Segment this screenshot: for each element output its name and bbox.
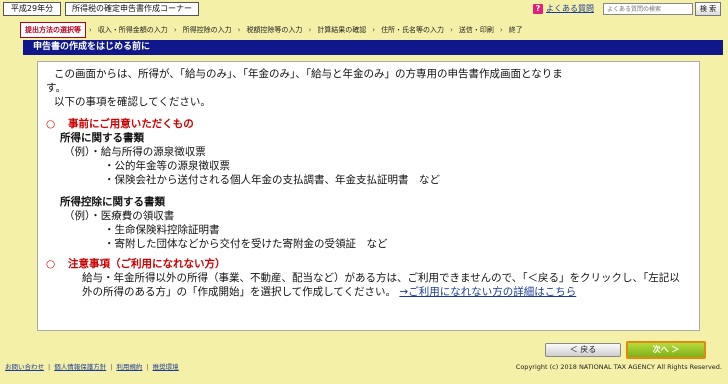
circle-icon: ○ [46,258,56,270]
list-item: （例）・医療費の領収書 [64,210,175,222]
intro-instruction: 以下の事項を確認してください。 [54,96,211,108]
intro-text-cont: す。 [46,82,66,94]
step-separator: › [499,26,503,34]
list-item: ・公的年金等の源泉徴収票 [104,160,230,172]
section-notes-heading: ○ 注意事項（ご利用になれない方） [46,257,689,271]
section-notes-title: 注意事項（ご利用になれない方） [68,258,226,270]
copyright: Copyright (c) 2018 NATIONAL TAX AGENCY A… [515,363,722,371]
deduction-docs-heading: 所得控除に関する書類 [60,196,165,208]
year-label: 平成29年分 [3,2,61,16]
step-finish: 終了 [508,26,523,34]
unavailable-details-link[interactable]: →ご利用になれない方の詳細はこちら [399,286,576,298]
footer-link-terms[interactable]: 利用規約 [116,362,142,372]
faq-label: よくある質問 [546,4,594,13]
step-deductions: 所得控除の入力 [182,26,232,34]
step-send-print: 送信・印刷 [458,26,494,34]
footer-link-contact[interactable]: お問い合わせ [5,362,44,372]
step-separator: › [173,26,177,34]
footer-links: お問い合わせ | 個人情報保護方針 | 利用規約 | 推奨環境 [5,362,179,372]
back-button[interactable]: ＜ 戻る [545,343,621,357]
notes-body: 給与・年金所得以外の所得（事業、不動産、配当など）がある方は、ご利用できませんの… [82,272,680,298]
footer-divider: | [146,363,149,371]
step-separator: › [89,26,92,34]
step-separator: › [450,26,453,34]
footer-link-privacy[interactable]: 個人情報保護方針 [54,362,106,372]
intro-text: この画面からは、所得が、「給与のみ」、「年金のみ」、「給与と年金のみ」の方専用の… [54,68,563,80]
footer: お問い合わせ | 個人情報保護方針 | 利用規約 | 推奨環境 Copyrigh… [0,362,728,372]
header: 平成29年分 所得税の確定申告書作成コーナー ? よくある質問 検 索 [0,0,728,18]
list-item: ・保険会社から送付される個人年金の支払調書、年金支払証明書 など [104,174,440,186]
footer-link-environment[interactable]: 推奨環境 [153,362,179,372]
page-title: 申告書の作成をはじめる前に [23,40,723,55]
main-panel: この画面からは、所得が、「給与のみ」、「年金のみ」、「給与と年金のみ」の方専用の… [37,61,700,331]
step-income: 収入・所得金額の入力 [97,26,168,34]
step-confirm-result: 計算結果の確認 [317,26,367,34]
section-prepare-heading: ○ 事前にご用意いただくもの [46,117,689,131]
income-docs-heading: 所得に関する書類 [60,132,144,144]
faq-search-input[interactable] [603,3,693,15]
question-icon: ? [533,4,543,14]
step-address-name: 住所・氏名等の入力 [381,26,445,34]
corner-title: 所得税の確定申告書作成コーナー [65,2,199,16]
list-item: ・生命保険料控除証明書 [104,224,220,236]
step-tax-credits: 税額控除等の入力 [246,26,303,34]
footer-divider: | [110,363,113,371]
circle-icon: ○ [46,118,56,130]
progress-steps: 提出方法の選択等 › 収入・所得金額の入力 › 所得控除の入力 › 税額控除等の… [20,22,720,38]
step-separator: › [308,26,312,34]
step-select-method: 提出方法の選択等 [20,22,86,38]
footer-divider: | [48,363,51,371]
step-separator: › [372,26,376,34]
search-button[interactable]: 検 索 [695,2,721,16]
faq-link[interactable]: ? よくある質問 [533,3,594,15]
step-separator: › [237,26,241,34]
next-button[interactable]: 次へ ＞ [626,341,706,359]
list-item: （例）・給与所得の源泉徴収票 [64,146,206,158]
section-prepare-title: 事前にご用意いただくもの [68,118,194,130]
list-item: ・寄附した団体などから交付を受けた寄附金の受領証 など [104,238,388,250]
notes-text: 給与・年金所得以外の所得（事業、不動産、配当など）がある方は、ご利用できませんの… [82,271,683,299]
